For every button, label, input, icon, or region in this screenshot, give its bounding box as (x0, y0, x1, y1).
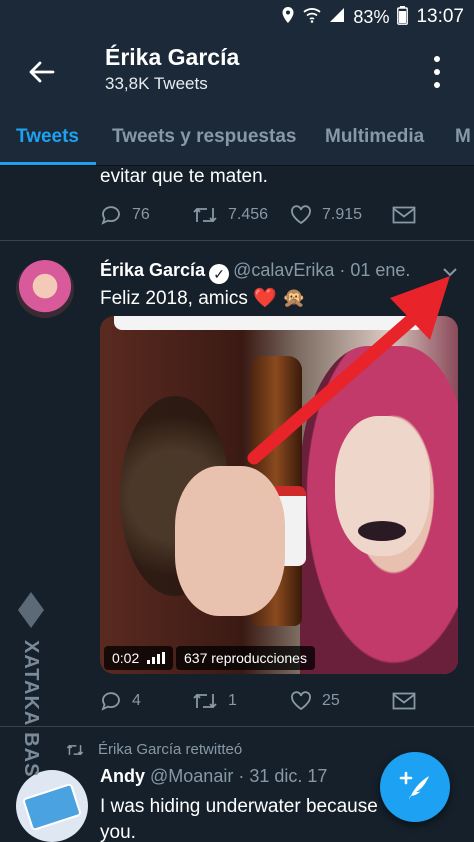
watermark-text: XATAKA BAS (20, 640, 42, 778)
more-options-button[interactable] (422, 52, 452, 92)
share-button[interactable] (392, 692, 416, 710)
clock: 13:07 (416, 6, 464, 27)
tweet-text-line: I was hiding underwater because (100, 796, 378, 817)
tweet-text: I was hiding underwater because you. (100, 794, 400, 842)
tweet-text: evitar que te maten. (100, 166, 268, 187)
retweet-count: 1 (228, 692, 237, 709)
video-views: 637 reproducciones (176, 646, 315, 670)
tweet-count: 33,8K Tweets (105, 74, 208, 93)
arrow-left-icon (29, 61, 55, 83)
heart-icon (291, 691, 311, 711)
retweet-note-text[interactable]: Érika García retwitteó (98, 741, 242, 758)
watermark-logo-icon (18, 592, 44, 628)
author-handle-date[interactable]: @calavErika · 01 ene. (233, 260, 410, 280)
avatar[interactable] (16, 260, 74, 318)
verified-badge-icon: ✓ (209, 264, 230, 284)
tweet-header: Érika García ✓ @calavErika · 01 ene. (100, 260, 410, 284)
reply-count: 76 (132, 206, 150, 223)
share-button[interactable] (392, 206, 416, 224)
retweet-icon (193, 693, 217, 709)
tweet-header: Andy @Moanair · 31 dic. 17 (100, 766, 327, 787)
video-player[interactable]: 0:02 637 reproducciones (100, 316, 458, 674)
tab-tweets-replies[interactable]: Tweets y respuestas (112, 126, 296, 148)
retweet-button[interactable]: 7.456 (192, 205, 290, 225)
compose-tweet-button[interactable] (380, 752, 450, 822)
retweet-button[interactable]: 1 (192, 691, 290, 711)
tweet-menu-button[interactable] (440, 262, 460, 282)
active-tab-indicator (0, 162, 96, 165)
author-name[interactable]: Andy (100, 766, 145, 786)
tab-media[interactable]: Multimedia (325, 126, 424, 148)
divider (0, 240, 474, 241)
reply-button[interactable]: 76 (100, 205, 192, 225)
page-title: Érika García (105, 44, 240, 70)
mail-icon (392, 206, 416, 224)
volume-bars-icon (147, 652, 166, 664)
profile-tabs: Tweets Tweets y respuestas Multimedia M (0, 108, 474, 166)
like-button[interactable]: 25 (290, 691, 392, 711)
video-top-edge (114, 316, 424, 330)
status-bar: 83% 13:07 (0, 0, 474, 34)
tab-tweets[interactable]: Tweets (16, 126, 79, 148)
reply-button[interactable]: 4 (100, 691, 192, 711)
video-person-lips (358, 521, 406, 541)
dot-icon (434, 82, 440, 88)
heart-icon (291, 205, 311, 225)
retweet-icon (66, 744, 84, 755)
tab-likes[interactable]: M (455, 126, 471, 148)
tweet-actions: 76 7.456 7.915 (100, 202, 430, 228)
battery-icon (397, 5, 409, 29)
retweet-count: 7.456 (228, 206, 269, 223)
reply-icon (101, 692, 120, 711)
dot-icon (434, 69, 440, 75)
emoji: ❤️ 🙊 (253, 288, 306, 309)
reply-count: 4 (132, 692, 141, 709)
reply-icon (101, 206, 120, 225)
tweet-text-line: you. (100, 822, 136, 842)
dot-icon (434, 56, 440, 62)
video-time: 0:02 (112, 650, 140, 666)
tweet-body: Feliz 2018, amics (100, 288, 248, 309)
like-count: 25 (322, 692, 340, 709)
quill-plus-icon (399, 771, 429, 800)
author-handle-date[interactable]: @Moanair · 31 dic. 17 (150, 766, 327, 786)
profile-header: Érika García 33,8K Tweets (0, 34, 474, 108)
wifi-icon (303, 7, 322, 27)
retweet-note: Érika García retwitteó (66, 741, 242, 758)
mail-icon (392, 692, 416, 710)
divider (0, 726, 474, 727)
video-duration: 0:02 (104, 646, 174, 670)
like-count: 7.915 (322, 206, 363, 223)
tweet-text: Feliz 2018, amics ❤️ 🙊 (100, 286, 306, 310)
timeline[interactable]: evitar que te maten. 76 7.456 7.915 Érik… (0, 166, 474, 842)
chevron-down-icon (443, 268, 457, 277)
location-icon (281, 6, 295, 28)
like-button[interactable]: 7.915 (290, 205, 392, 225)
back-button[interactable] (24, 54, 60, 90)
signal-icon (329, 7, 345, 27)
author-name[interactable]: Érika García (100, 260, 205, 280)
video-hand (175, 466, 285, 616)
avatar[interactable] (16, 770, 88, 842)
tweet-actions: 4 1 25 (100, 688, 430, 714)
avatar-image (22, 782, 82, 832)
battery-percent: 83% (353, 6, 390, 27)
retweet-icon (193, 207, 217, 223)
